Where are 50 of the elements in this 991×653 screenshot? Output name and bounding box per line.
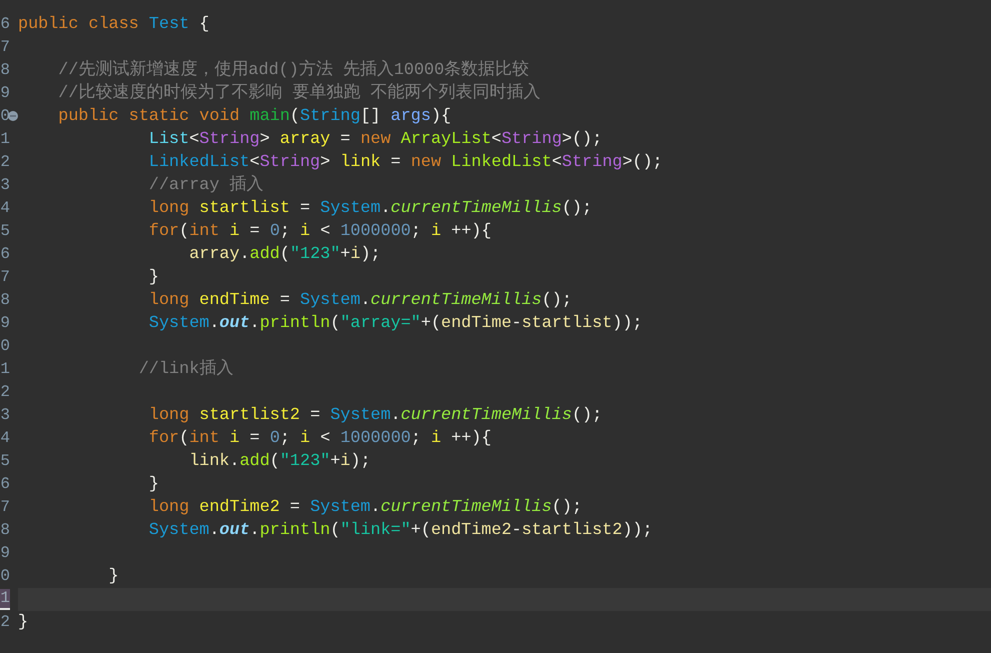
code-line: array.add("123"+i);	[188, 244, 381, 266]
line-number: 0	[0, 336, 10, 357]
code-line: public class Test {	[18, 14, 210, 36]
line-number: 4	[0, 428, 10, 449]
code-line: long startlist = System.currentTimeMillis();	[148, 198, 592, 220]
line-number: 9	[0, 313, 10, 334]
line-number: 1	[0, 129, 10, 150]
line-number: 8	[0, 290, 10, 311]
code-line: }	[108, 566, 119, 588]
code-line: long endTime = System.currentTimeMillis();	[148, 290, 572, 312]
line-number: 2	[0, 612, 10, 633]
line-number: 9	[0, 543, 10, 564]
code-line: }	[148, 267, 159, 289]
code-line: }	[18, 612, 28, 634]
line-number: 4	[0, 198, 10, 219]
line-number: 3	[0, 175, 10, 196]
line-number: 8	[0, 520, 10, 541]
code-line: long startlist2 = System.currentTimeMillis();	[148, 405, 602, 427]
line-number: 1	[0, 359, 10, 380]
line-number: 0	[0, 106, 10, 127]
line-number: 7	[0, 497, 10, 518]
code-line: for(int i = 0; i < 1000000; i ++){	[148, 221, 492, 243]
code-line: //link插入	[138, 358, 234, 381]
line-number: 5	[0, 221, 10, 242]
line-number: 2	[0, 152, 10, 173]
collapse-icon[interactable]	[8, 111, 18, 121]
line-number: 1	[0, 589, 10, 610]
code-line: LinkedList<String> link = new LinkedList<String>();	[148, 152, 663, 174]
code-line: }	[148, 474, 159, 496]
code-line: //先测试新增速度，使用add()方法 先插入10000条数据比较	[57, 59, 530, 82]
code-line: for(int i = 0; i < 1000000; i ++){	[148, 428, 492, 450]
code-line: //比较速度的时候为了不影响 要单独跑 不能两个列表同时插入	[57, 82, 541, 105]
line-number: 6	[0, 244, 10, 265]
code-line: link.add("123"+i);	[188, 451, 371, 473]
code-line: List<String> array = new ArrayList<String>();	[148, 129, 602, 151]
line-number: 3	[0, 405, 10, 426]
code-line: //array 插入	[148, 174, 264, 197]
line-number: 6	[0, 14, 10, 35]
line-number: 8	[0, 60, 10, 81]
code-line: public static void main(String[] args){	[57, 106, 452, 128]
line-number: 5	[0, 451, 10, 472]
line-number: 0	[0, 566, 10, 587]
line-number: 2	[0, 382, 10, 403]
line-number: 6	[0, 474, 10, 495]
code-line: long endTime2 = System.currentTimeMillis();	[148, 497, 582, 519]
code-line: System.out.println("link="+(endTime2-startlist2));	[148, 520, 653, 542]
code-line: System.out.println("array="+(endTime-startlist));	[148, 313, 642, 335]
line-number: 9	[0, 83, 10, 104]
line-number: 7	[0, 267, 10, 288]
line-number: 7	[0, 37, 10, 58]
